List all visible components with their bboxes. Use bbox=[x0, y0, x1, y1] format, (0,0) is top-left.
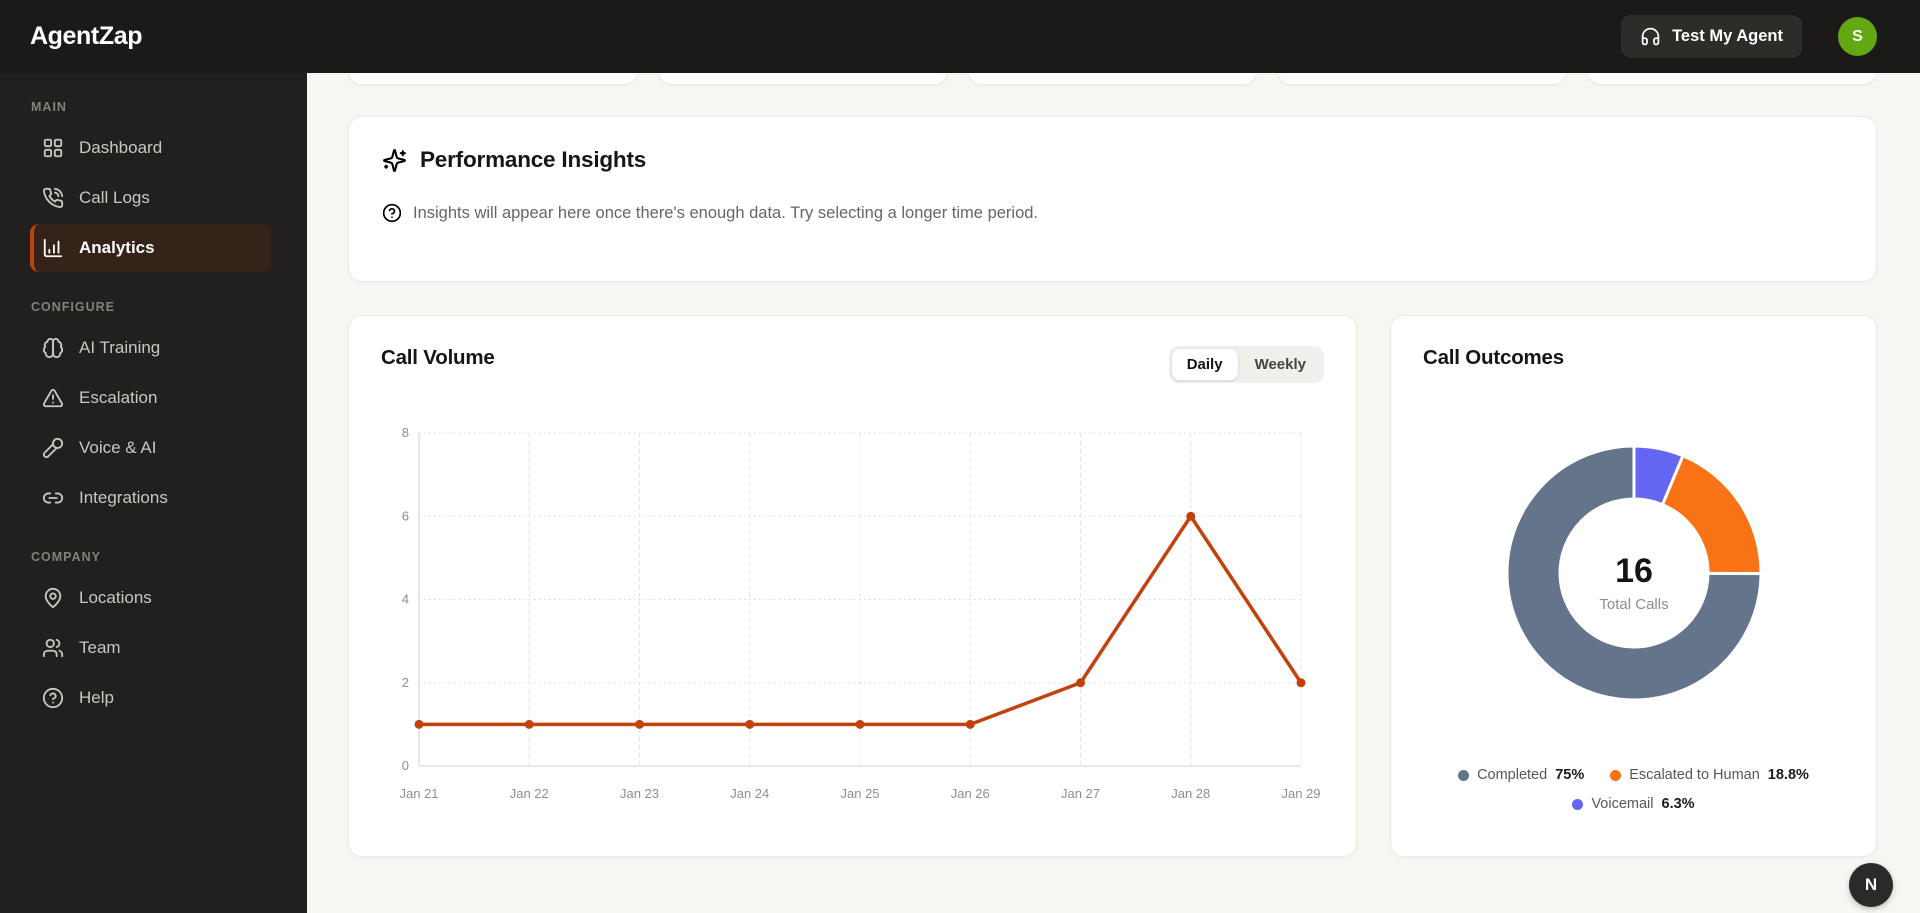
sidebar-item-escalation[interactable]: Escalation bbox=[30, 374, 271, 422]
legend-label: Escalated to Human bbox=[1629, 767, 1760, 783]
test-my-agent-button[interactable]: Test My Agent bbox=[1621, 15, 1802, 58]
help-circle-icon bbox=[382, 203, 402, 223]
sidebar-item-analytics[interactable]: Analytics bbox=[30, 224, 271, 272]
call-outcomes-card: Call Outcomes 16 Total Calls Completed 75… bbox=[1390, 315, 1877, 857]
users-icon bbox=[42, 638, 64, 658]
bar-chart-icon bbox=[43, 238, 63, 258]
sidebar: MAIN Dashboard Call Logs Analytics CONFI… bbox=[0, 73, 307, 913]
call-volume-card: Call Volume Daily Weekly 0 2 4 6 8 Jan 21 Jan … bbox=[348, 315, 1357, 857]
sparkles-icon bbox=[383, 148, 406, 172]
floating-n-button[interactable]: N bbox=[1849, 863, 1893, 907]
call-volume-header: Call Volume Daily Weekly bbox=[381, 346, 1324, 383]
app-viewport: AgentZap Test My Agent S MAIN Dashboard … bbox=[0, 0, 1920, 913]
sidebar-item-integrations[interactable]: Integrations bbox=[30, 474, 271, 522]
sidebar-item-label: Call Logs bbox=[79, 188, 150, 207]
microphone-icon bbox=[42, 437, 64, 459]
performance-insights-card: Performance Insights Insights will appea… bbox=[348, 116, 1877, 282]
call-volume-title: Call Volume bbox=[381, 346, 495, 369]
section-label-configure: CONFIGURE bbox=[31, 300, 115, 314]
sidebar-item-label: Voice & AI bbox=[79, 438, 157, 457]
sidebar-section-company: COMPANY Locations Team Help bbox=[0, 550, 307, 722]
toggle-daily-button[interactable]: Daily bbox=[1171, 349, 1238, 380]
call-outcomes-title: Call Outcomes bbox=[1423, 346, 1564, 369]
alert-triangle-icon bbox=[42, 388, 64, 408]
svg-text:Total Calls: Total Calls bbox=[1599, 596, 1668, 613]
svg-text:Jan 29: Jan 29 bbox=[1281, 786, 1320, 801]
sidebar-item-locations[interactable]: Locations bbox=[30, 574, 271, 622]
sidebar-section-configure: CONFIGURE AI Training Escalation Voice &… bbox=[0, 300, 307, 522]
link-icon bbox=[42, 492, 64, 504]
svg-text:Jan 21: Jan 21 bbox=[399, 786, 438, 801]
legend-item-voicemail: Voicemail 6.3% bbox=[1572, 796, 1695, 812]
main-content: Performance Insights Insights will appea… bbox=[307, 13, 1920, 913]
help-circle-icon bbox=[42, 687, 64, 709]
legend-item-completed: Completed 75% bbox=[1458, 767, 1584, 783]
sidebar-item-call-logs[interactable]: Call Logs bbox=[30, 174, 271, 222]
sidebar-item-label: AI Training bbox=[79, 338, 161, 357]
legend-value: 18.8% bbox=[1767, 767, 1809, 783]
sidebar-section-main: MAIN Dashboard Call Logs Analytics bbox=[0, 100, 307, 272]
svg-text:Jan 24: Jan 24 bbox=[730, 786, 769, 801]
sidebar-item-help[interactable]: Help bbox=[30, 674, 271, 722]
period-toggle: Daily Weekly bbox=[1168, 346, 1324, 383]
section-label-company: COMPANY bbox=[31, 550, 101, 564]
svg-text:8: 8 bbox=[402, 425, 409, 440]
donut-wrap: 16 Total Calls bbox=[1423, 410, 1844, 745]
topbar: AgentZap Test My Agent S bbox=[0, 0, 1920, 73]
insights-message: Insights will appear here once there's e… bbox=[413, 203, 1039, 222]
charts-row: Call Volume Daily Weekly 0 2 4 6 8 Jan 21 Jan … bbox=[348, 315, 1877, 857]
user-avatar[interactable]: S bbox=[1838, 17, 1877, 56]
headset-icon bbox=[1641, 27, 1660, 46]
sidebar-item-label: Team bbox=[79, 638, 121, 657]
brain-icon bbox=[42, 337, 64, 359]
svg-text:Jan 27: Jan 27 bbox=[1061, 786, 1100, 801]
sidebar-item-label: Escalation bbox=[79, 388, 158, 407]
svg-text:0: 0 bbox=[402, 758, 409, 773]
svg-text:2: 2 bbox=[402, 675, 409, 690]
insights-message-row: Insights will appear here once there's e… bbox=[382, 203, 1843, 223]
legend-label: Completed bbox=[1477, 767, 1548, 783]
legend-value: 6.3% bbox=[1661, 796, 1695, 812]
sidebar-item-label: Integrations bbox=[79, 488, 168, 507]
svg-text:Jan 22: Jan 22 bbox=[510, 786, 549, 801]
svg-text:6: 6 bbox=[402, 508, 409, 523]
sidebar-item-team[interactable]: Team bbox=[30, 624, 271, 672]
legend-dot bbox=[1458, 769, 1470, 781]
sidebar-item-label: Locations bbox=[79, 588, 152, 607]
svg-text:4: 4 bbox=[402, 592, 409, 607]
donut-legend: Completed 75% Escalated to Human 18.8% V… bbox=[1423, 767, 1844, 812]
sidebar-item-dashboard[interactable]: Dashboard bbox=[30, 124, 271, 172]
legend-dot bbox=[1610, 769, 1622, 781]
legend-value: 75% bbox=[1555, 767, 1585, 783]
sidebar-item-label: Dashboard bbox=[79, 138, 163, 157]
svg-text:Jan 26: Jan 26 bbox=[951, 786, 990, 801]
sidebar-item-label: Analytics bbox=[79, 238, 155, 257]
insights-header: Performance Insights bbox=[382, 147, 1843, 173]
sidebar-item-label: Help bbox=[79, 688, 114, 707]
svg-text:Jan 23: Jan 23 bbox=[620, 786, 659, 801]
app-logo: AgentZap bbox=[30, 22, 143, 50]
svg-text:Jan 25: Jan 25 bbox=[840, 786, 879, 801]
phone-icon bbox=[43, 187, 64, 209]
insights-title: Performance Insights bbox=[420, 147, 647, 172]
toggle-weekly-button[interactable]: Weekly bbox=[1240, 349, 1321, 380]
line-chart-wrap: 0 2 4 6 8 Jan 21 Jan 22 Jan 23 Jan 24 Jan 25 Jan 2… bbox=[381, 407, 1324, 837]
dashboard-icon bbox=[43, 138, 63, 158]
sidebar-item-ai-training[interactable]: AI Training bbox=[30, 324, 271, 372]
legend-item-escalated: Escalated to Human 18.8% bbox=[1610, 767, 1809, 783]
test-my-agent-label: Test My Agent bbox=[1672, 27, 1783, 45]
svg-text:Jan 28: Jan 28 bbox=[1171, 786, 1210, 801]
sidebar-item-voice-ai[interactable]: Voice & AI bbox=[30, 424, 271, 472]
call-outcomes-donut-chart: 16 Total Calls bbox=[1505, 444, 1763, 702]
topbar-right: Test My Agent S bbox=[1621, 15, 1877, 58]
map-pin-icon bbox=[44, 587, 62, 609]
legend-dot bbox=[1572, 798, 1584, 810]
call-volume-line-chart: 0 2 4 6 8 Jan 21 Jan 22 Jan 23 Jan 24 Jan 25 Jan 2… bbox=[399, 425, 1320, 801]
legend-label: Voicemail bbox=[1591, 796, 1654, 812]
svg-text:16: 16 bbox=[1615, 552, 1653, 590]
section-label-main: MAIN bbox=[31, 100, 67, 114]
